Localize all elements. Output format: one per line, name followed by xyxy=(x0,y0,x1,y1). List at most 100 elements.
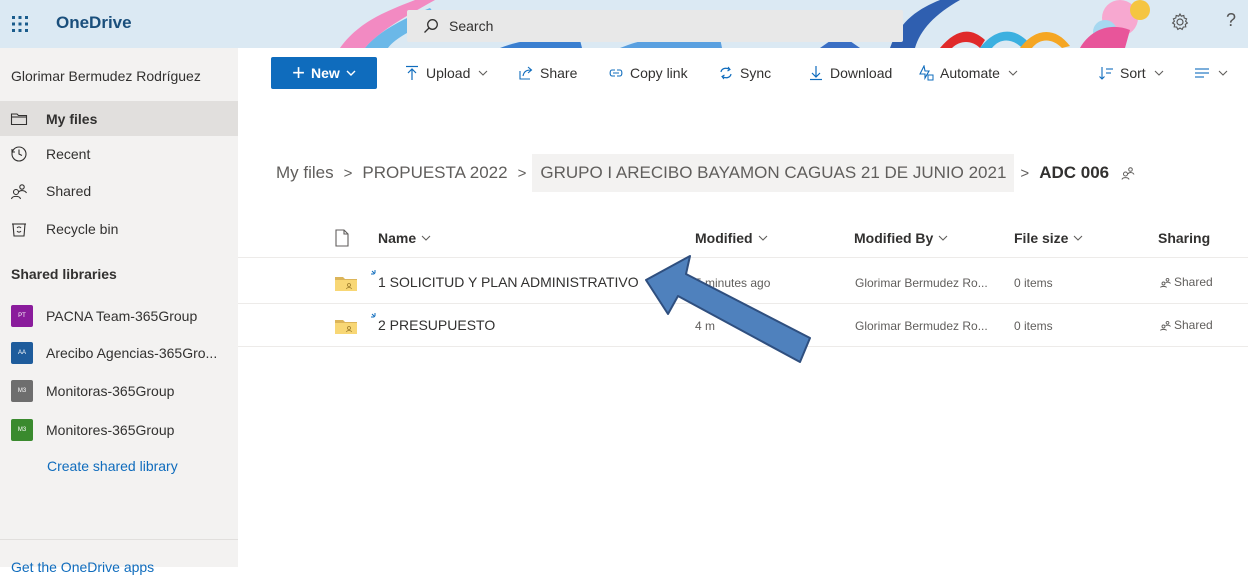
column-header-file-size[interactable]: File size xyxy=(1014,230,1083,246)
file-size: 0 items xyxy=(1014,276,1053,290)
nav-item-label: My files xyxy=(46,111,98,127)
library-label: PACNA Team-365Group xyxy=(46,308,198,324)
file-row[interactable]: 2 PRESUPUESTO 4 m Glorimar Bermudez Ro..… xyxy=(238,305,1248,347)
trash-icon xyxy=(12,223,26,237)
nav-item-shared[interactable]: Shared xyxy=(0,174,238,208)
breadcrumb: My files > PROPUESTA 2022 > GRUPO I AREC… xyxy=(272,153,1135,193)
chevron-down-icon xyxy=(346,70,356,76)
chevron-right-icon: > xyxy=(1020,164,1030,182)
share-button[interactable]: Share xyxy=(518,57,577,89)
file-name[interactable]: 2 PRESUPUESTO xyxy=(378,317,495,333)
sync-label: Sync xyxy=(740,65,772,81)
nav-item-my-files[interactable]: My files xyxy=(0,102,238,136)
breadcrumb-item[interactable]: GRUPO I ARECIBO BAYAMON CAGUAS 21 DE JUN… xyxy=(532,154,1015,192)
shared-people-icon xyxy=(1160,320,1171,331)
shared-people-icon xyxy=(1160,277,1171,288)
download-button[interactable]: Download xyxy=(808,57,892,89)
sort-icon xyxy=(1099,67,1113,80)
column-label: Modified xyxy=(695,230,753,246)
library-label: Monitores-365Group xyxy=(46,422,175,438)
share-label: Share xyxy=(540,65,578,81)
chevron-right-icon: > xyxy=(343,164,353,182)
settings-gear-icon[interactable] xyxy=(1170,12,1190,32)
file-size: 0 items xyxy=(1014,319,1053,333)
app-title[interactable]: OneDrive xyxy=(56,13,132,33)
chevron-down-icon xyxy=(478,70,488,76)
search-input[interactable] xyxy=(449,10,849,42)
file-modified: 5 minutes ago xyxy=(695,276,771,290)
clock-icon xyxy=(11,146,27,162)
column-header-name[interactable]: Name xyxy=(378,230,431,246)
sort-label: Sort xyxy=(1120,65,1146,81)
nav-item-label: Recent xyxy=(46,146,91,162)
chevron-down-icon xyxy=(1008,70,1018,76)
nav-item-label: Shared xyxy=(46,183,92,199)
view-options-button[interactable] xyxy=(1194,57,1228,89)
column-label: Modified By xyxy=(854,230,934,246)
library-arecibo-agencias[interactable]: AA Arecibo Agencias-365Gro... xyxy=(0,335,238,371)
file-modified-by[interactable]: Glorimar Bermudez Ro... xyxy=(855,276,988,290)
breadcrumb-current: ADC 006 xyxy=(1039,163,1110,182)
column-header-modified-by[interactable]: Modified By xyxy=(854,230,948,246)
sharing-status[interactable]: Shared xyxy=(1160,275,1213,289)
library-badge: PT xyxy=(11,305,33,327)
library-monitoras[interactable]: M3 Monitoras-365Group xyxy=(0,373,238,409)
create-shared-library-link[interactable]: Create shared library xyxy=(47,458,178,474)
folder-icon xyxy=(10,113,28,126)
shared-folder-icon xyxy=(335,277,357,291)
chevron-down-icon xyxy=(758,235,767,241)
chevron-down-icon xyxy=(1218,70,1228,76)
chevron-down-icon xyxy=(938,235,948,241)
breadcrumb-item[interactable]: PROPUESTA 2022 xyxy=(358,163,511,183)
help-icon[interactable]: ? xyxy=(1226,10,1236,31)
column-label: File size xyxy=(1014,230,1069,246)
suite-header: OneDrive ? xyxy=(0,0,1248,48)
view-list-icon xyxy=(1195,68,1209,78)
library-label: Arecibo Agencias-365Gro... xyxy=(46,345,218,361)
new-button[interactable]: + New xyxy=(271,57,377,89)
search-icon xyxy=(424,19,438,33)
file-modified-by[interactable]: Glorimar Bermudez Ro... xyxy=(855,319,988,333)
column-label: Sharing xyxy=(1158,230,1211,246)
chevron-down-icon xyxy=(1154,70,1164,76)
plus-icon: + xyxy=(292,60,306,85)
sharing-label: Shared xyxy=(1174,275,1213,289)
link-icon xyxy=(609,69,623,77)
column-label: Name xyxy=(378,230,417,246)
library-monitores[interactable]: M3 Monitores-365Group xyxy=(0,412,238,448)
sync-button[interactable]: Sync xyxy=(718,57,771,89)
new-label: New xyxy=(311,65,340,81)
shared-libraries-heading: Shared libraries xyxy=(11,266,117,282)
automate-icon xyxy=(919,65,934,81)
column-header-sharing[interactable]: Sharing xyxy=(1158,230,1210,246)
sharing-status[interactable]: Shared xyxy=(1160,318,1213,332)
download-label: Download xyxy=(830,65,893,81)
search-box[interactable] xyxy=(407,10,903,42)
column-header-modified[interactable]: Modified xyxy=(695,230,768,246)
file-name[interactable]: 1 SOLICITUD Y PLAN ADMINISTRATIVO xyxy=(378,274,639,290)
automate-button[interactable]: Automate xyxy=(918,57,1018,89)
nav-item-label: Recycle bin xyxy=(46,221,119,237)
library-label: Monitoras-365Group xyxy=(46,383,175,399)
nav-item-recent[interactable]: Recent xyxy=(0,137,238,171)
library-pacna-team[interactable]: PT PACNA Team-365Group xyxy=(0,298,238,334)
upload-label: Upload xyxy=(426,65,471,81)
chevron-down-icon xyxy=(1074,235,1083,241)
library-badge: M3 xyxy=(11,380,33,402)
share-icon xyxy=(519,66,533,80)
file-modified: 4 m xyxy=(695,319,716,333)
sort-button[interactable]: Sort xyxy=(1098,57,1164,89)
get-onedrive-apps-link[interactable]: Get the OneDrive apps xyxy=(11,559,154,575)
shared-people-icon[interactable] xyxy=(1121,166,1135,180)
command-bar: + New Upload Share Copy link Sync Downlo… xyxy=(238,48,1248,98)
file-list-header: Name Modified Modified By File size Shar… xyxy=(238,220,1248,258)
file-row[interactable]: 1 SOLICITUD Y PLAN ADMINISTRATIVO 5 minu… xyxy=(238,262,1248,304)
sync-icon xyxy=(720,66,732,80)
app-launcher-icon[interactable] xyxy=(10,14,30,34)
nav-item-recycle-bin[interactable]: Recycle bin xyxy=(0,212,238,246)
copy-link-button[interactable]: Copy link xyxy=(608,57,688,89)
breadcrumb-item[interactable]: My files xyxy=(272,163,338,183)
upload-button[interactable]: Upload xyxy=(404,57,488,89)
chevron-right-icon: > xyxy=(517,164,527,182)
file-type-icon[interactable] xyxy=(334,229,350,247)
